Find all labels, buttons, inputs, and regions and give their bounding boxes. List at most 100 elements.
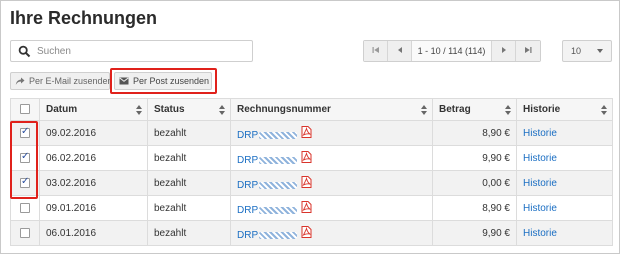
historie-link[interactable]: Historie — [523, 228, 557, 239]
historie-cell: Historie — [516, 195, 613, 221]
table-row[interactable]: 06.01.2016 bezahlt DRP 9,90 € Historie — [10, 220, 613, 246]
highlight-post-button — [110, 68, 217, 94]
row-select-cell — [10, 195, 40, 221]
page-size-value: 10 — [571, 46, 582, 56]
historie-link[interactable]: Historie — [523, 178, 557, 189]
rechnungsnummer-cell: DRP — [230, 120, 433, 146]
column-header-rechnungsnummer[interactable]: Rechnungsnummer — [230, 98, 433, 121]
datum-cell: 09.01.2016 — [39, 195, 148, 221]
chevron-down-icon — [597, 49, 603, 53]
invoice-number-prefix: DRP — [237, 179, 259, 191]
datum-cell: 03.02.2016 — [39, 170, 148, 196]
redacted-invoice-number — [259, 206, 298, 214]
datum-cell: 06.02.2016 — [39, 145, 148, 171]
page-size-select[interactable]: 10 — [562, 40, 612, 62]
rechnungsnummer-cell: DRP — [230, 145, 433, 171]
datum-cell: 09.02.2016 — [39, 120, 148, 146]
pdf-icon[interactable] — [301, 225, 312, 238]
redacted-invoice-number — [259, 181, 298, 189]
page-info: 1 - 10 / 114 (114) — [412, 41, 492, 61]
pdf-icon[interactable] — [301, 125, 312, 138]
search-icon — [18, 45, 31, 58]
first-page-button[interactable] — [364, 41, 388, 61]
prev-page-icon — [397, 46, 403, 56]
pdf-icon[interactable] — [301, 200, 312, 213]
sort-icon — [219, 105, 225, 115]
historie-cell: Historie — [516, 220, 613, 246]
invoice-number-link[interactable]: DRP — [237, 129, 298, 141]
select-all-checkbox[interactable] — [20, 104, 30, 115]
invoice-number-prefix: DRP — [237, 204, 259, 216]
pdf-icon[interactable] — [301, 175, 312, 188]
column-header-betrag[interactable]: Betrag — [432, 98, 517, 121]
historie-cell: Historie — [516, 170, 613, 196]
page-title: Ihre Rechnungen — [10, 8, 158, 28]
table-row[interactable]: 09.01.2016 bezahlt DRP 8,90 € Historie — [10, 195, 613, 221]
historie-cell: Historie — [516, 120, 613, 146]
pdf-icon[interactable] — [301, 150, 312, 163]
row-select-cell — [10, 220, 40, 246]
search-input[interactable] — [37, 42, 247, 60]
prev-page-button[interactable] — [388, 41, 412, 61]
rechnungsnummer-cell: DRP — [230, 170, 433, 196]
column-header-datum[interactable]: Datum — [39, 98, 148, 121]
select-all-cell — [10, 98, 40, 121]
table-row[interactable]: 03.02.2016bezahlt DRP 0,00 € Historie — [10, 170, 613, 196]
invoice-number-prefix: DRP — [237, 129, 259, 141]
invoice-number-link[interactable]: DRP — [237, 179, 298, 191]
invoice-number-prefix: DRP — [237, 229, 259, 241]
sort-icon — [505, 105, 511, 115]
status-cell: bezahlt — [147, 170, 231, 196]
rechnungsnummer-cell: DRP — [230, 195, 433, 221]
status-cell: bezahlt — [147, 145, 231, 171]
column-header-label: Historie — [523, 104, 561, 115]
redacted-invoice-number — [259, 231, 298, 239]
status-cell: bezahlt — [147, 220, 231, 246]
betrag-cell: 9,90 € — [432, 145, 517, 171]
row-checkbox[interactable] — [20, 227, 30, 238]
highlight-selected-checkboxes — [10, 121, 38, 199]
invoice-number-prefix: DRP — [237, 154, 259, 166]
betrag-cell: 8,90 € — [432, 195, 517, 221]
email-send-label: Per E-Mail zusenden — [29, 76, 113, 86]
invoice-number-link[interactable]: DRP — [237, 204, 298, 216]
redacted-invoice-number — [259, 131, 298, 139]
rechnungsnummer-cell: DRP — [230, 220, 433, 246]
column-header-label: Rechnungsnummer — [237, 104, 331, 115]
betrag-cell: 0,00 € — [432, 170, 517, 196]
sort-icon — [136, 105, 142, 115]
first-page-icon — [372, 46, 380, 56]
historie-link[interactable]: Historie — [523, 203, 557, 214]
search-box[interactable] — [10, 40, 253, 62]
status-cell: bezahlt — [147, 120, 231, 146]
invoice-number-link[interactable]: DRP — [237, 229, 298, 241]
invoice-number-link[interactable]: DRP — [237, 154, 298, 166]
table-row[interactable]: 09.02.2016bezahlt DRP 8,90 € Historie — [10, 120, 613, 146]
column-header-label: Datum — [46, 104, 78, 115]
share-arrow-icon — [15, 77, 25, 86]
betrag-cell: 8,90 € — [432, 120, 517, 146]
historie-link[interactable]: Historie — [523, 128, 557, 139]
last-page-button[interactable] — [516, 41, 540, 61]
column-header-label: Status — [154, 104, 185, 115]
table-header-row: Datum Status Rechnungsnummer Betrag Hist… — [10, 98, 613, 121]
status-cell: bezahlt — [147, 195, 231, 221]
redacted-invoice-number — [259, 156, 298, 164]
historie-link[interactable]: Historie — [523, 153, 557, 164]
column-header-label: Betrag — [439, 104, 471, 115]
invoice-table: Datum Status Rechnungsnummer Betrag Hist… — [10, 98, 613, 246]
next-page-icon — [501, 46, 507, 56]
historie-cell: Historie — [516, 145, 613, 171]
column-header-status[interactable]: Status — [147, 98, 231, 121]
last-page-icon — [524, 46, 532, 56]
sort-icon — [601, 105, 607, 115]
pagination: 1 - 10 / 114 (114) — [363, 40, 541, 62]
betrag-cell: 9,90 € — [432, 220, 517, 246]
column-header-historie[interactable]: Historie — [516, 98, 613, 121]
row-checkbox[interactable] — [20, 202, 30, 213]
sort-icon — [421, 105, 427, 115]
email-send-button[interactable]: Per E-Mail zusenden — [10, 72, 113, 90]
next-page-button[interactable] — [492, 41, 516, 61]
datum-cell: 06.01.2016 — [39, 220, 148, 246]
table-row[interactable]: 06.02.2016bezahlt DRP 9,90 € Historie — [10, 145, 613, 171]
